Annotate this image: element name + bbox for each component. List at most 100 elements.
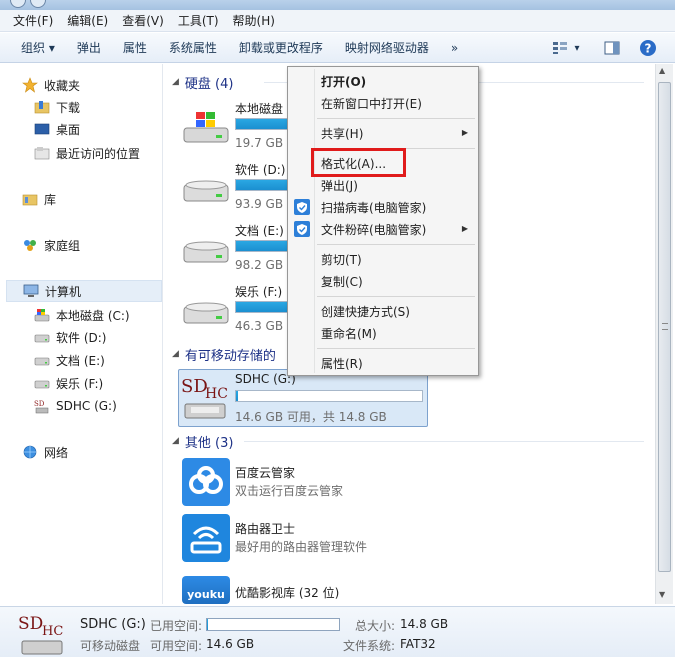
nav-drive-d[interactable]: 软件 (D:) <box>34 326 106 348</box>
nav-homegroup[interactable]: 家庭组 <box>22 234 80 256</box>
nav-desktop[interactable]: 桌面 <box>34 118 80 140</box>
app-name: 路由器卫士 <box>235 522 296 536</box>
app-name: 百度云管家 <box>235 466 296 480</box>
context-menu: 打开(O) 在新窗口中打开(E) 共享(H) ▶ 格式化(A)... 弹出(J) … <box>287 66 479 376</box>
organize-button[interactable]: 组织 ▾ <box>10 39 66 56</box>
details-free-label: 可用空间: <box>150 639 203 653</box>
submenu-arrow-icon: ▶ <box>461 128 468 137</box>
drive-name: 本地磁盘 <box>235 102 284 116</box>
desktop-icon <box>34 121 50 137</box>
menu-help[interactable]: 帮助(H) <box>226 12 282 29</box>
system-drive-icon <box>183 112 229 143</box>
system-properties-button[interactable]: 系统属性 <box>158 39 228 56</box>
svg-text:SD: SD <box>181 376 208 397</box>
svg-text:HC: HC <box>42 624 63 639</box>
ctx-create-shortcut[interactable]: 创建快捷方式(S) <box>290 300 476 322</box>
nav-network[interactable]: 网络 <box>22 441 68 463</box>
drive-usage-fill <box>236 391 238 401</box>
details-fs-value: FAT32 <box>400 637 436 651</box>
grip-icon <box>662 323 668 330</box>
group-other[interactable]: ◢ 其他 (3) <box>172 431 233 451</box>
library-icon <box>22 191 38 207</box>
menu-bar: 文件(F) 编辑(E) 查看(V) 工具(T) 帮助(H) <box>0 10 675 32</box>
eject-button[interactable]: 弹出 <box>66 39 112 56</box>
ctx-open[interactable]: 打开(O) <box>290 70 476 92</box>
properties-button[interactable]: 属性 <box>112 39 158 56</box>
sdhc-card-icon: SD HC <box>181 376 228 419</box>
hard-drive-icon <box>183 241 229 263</box>
ctx-eject[interactable]: 弹出(J) <box>290 174 476 196</box>
forward-button[interactable] <box>30 0 46 8</box>
ctx-copy[interactable]: 复制(C) <box>290 270 476 292</box>
menu-edit[interactable]: 编辑(E) <box>60 12 115 29</box>
hard-drive-icon <box>183 302 229 324</box>
ctx-shred[interactable]: 文件粉碎(电脑管家) ▶ <box>290 218 476 240</box>
nav-libraries[interactable]: 库 <box>22 188 56 210</box>
menu-separator <box>317 118 475 119</box>
command-bar: 组织 ▾ 弹出 属性 系统属性 卸载或更改程序 映射网络驱动器 » ▾ ? <box>0 33 675 63</box>
details-used-label: 已用空间: <box>150 619 203 633</box>
scroll-up-arrow-icon[interactable]: ▲ <box>659 66 665 75</box>
drive-free-space: 46.3 GB <box>235 319 284 333</box>
ctx-open-new-window[interactable]: 在新窗口中打开(E) <box>290 92 476 114</box>
back-button[interactable] <box>10 0 26 8</box>
more-commands-button[interactable]: » <box>440 41 469 55</box>
nav-recent-places[interactable]: 最近访问的位置 <box>34 142 140 164</box>
view-options-button[interactable]: ▾ <box>546 37 586 59</box>
nav-drive-g[interactable]: SD SDHC (G:) <box>34 395 117 417</box>
chevron-down-icon: ▾ <box>574 42 580 54</box>
svg-text:?: ? <box>645 42 652 56</box>
uninstall-button[interactable]: 卸载或更改程序 <box>228 39 334 56</box>
group-hard-disks[interactable]: ◢ 硬盘 (4) <box>172 72 233 92</box>
homegroup-icon <box>22 237 38 253</box>
nav-computer[interactable]: 计算机 <box>6 280 162 302</box>
sdhc-card-icon: SD HC <box>18 614 63 655</box>
drive-name: 文档 (E:) <box>235 224 284 238</box>
hard-drive-icon <box>183 180 229 202</box>
nav-drive-f[interactable]: 娱乐 (F:) <box>34 372 103 394</box>
menu-file[interactable]: 文件(F) <box>6 12 60 29</box>
group-removable[interactable]: ◢ 有可移动存储的 <box>172 344 276 364</box>
drive-name: 软件 (D:) <box>235 163 286 177</box>
ctx-scan-virus[interactable]: 扫描病毒(电脑管家) <box>290 196 476 218</box>
downloads-folder-icon <box>34 99 50 115</box>
ctx-properties[interactable]: 属性(R) <box>290 352 476 374</box>
scroll-down-arrow-icon[interactable]: ▼ <box>659 590 665 599</box>
details-total-value: 14.8 GB <box>400 617 449 631</box>
group-divider <box>244 441 644 442</box>
hard-drive-icon <box>34 375 50 391</box>
drive-free-space: 98.2 GB <box>235 258 284 272</box>
details-free-value: 14.6 GB <box>206 637 255 651</box>
collapse-triangle-icon: ◢ <box>172 349 179 359</box>
drive-tile-g-selected[interactable]: SD HC SDHC (G:) 14.6 GB 可用，共 14.8 GB <box>178 369 428 427</box>
details-usage-bar <box>206 618 340 631</box>
drive-free-space: 14.6 GB 可用，共 14.8 GB <box>235 410 387 424</box>
menu-view[interactable]: 查看(V) <box>115 12 171 29</box>
drive-free-space: 19.7 GB <box>235 136 284 150</box>
vertical-scrollbar[interactable]: ▲ ▼ <box>655 64 673 604</box>
details-total-label: 总大小: <box>355 619 396 633</box>
preview-pane-button[interactable] <box>600 37 624 59</box>
ctx-cut[interactable]: 剪切(T) <box>290 248 476 270</box>
svg-text:SD: SD <box>18 614 43 634</box>
computer-icon <box>23 283 39 299</box>
menu-tools[interactable]: 工具(T) <box>171 12 226 29</box>
app-description: 最好用的路由器管理软件 <box>235 540 368 554</box>
ctx-share[interactable]: 共享(H) ▶ <box>290 122 476 144</box>
title-bar <box>0 0 675 10</box>
collapse-triangle-icon: ◢ <box>172 77 179 87</box>
details-fs-label: 文件系统: <box>343 639 396 653</box>
nav-drive-c[interactable]: 本地磁盘 (C:) <box>34 304 130 326</box>
map-drive-button[interactable]: 映射网络驱动器 <box>334 39 440 56</box>
ctx-rename[interactable]: 重命名(M) <box>290 322 476 344</box>
nav-favorites[interactable]: 收藏夹 <box>22 74 80 96</box>
menu-separator <box>317 296 475 297</box>
nav-drive-e[interactable]: 文档 (E:) <box>34 349 105 371</box>
nav-downloads[interactable]: 下载 <box>34 96 80 118</box>
submenu-arrow-icon: ▶ <box>461 224 468 233</box>
sdhc-card-icon: SD <box>34 398 50 414</box>
drive-free-space: 93.9 GB <box>235 197 284 211</box>
help-button[interactable]: ? <box>636 37 660 59</box>
menu-separator <box>317 348 475 349</box>
scroll-thumb[interactable] <box>658 82 671 572</box>
